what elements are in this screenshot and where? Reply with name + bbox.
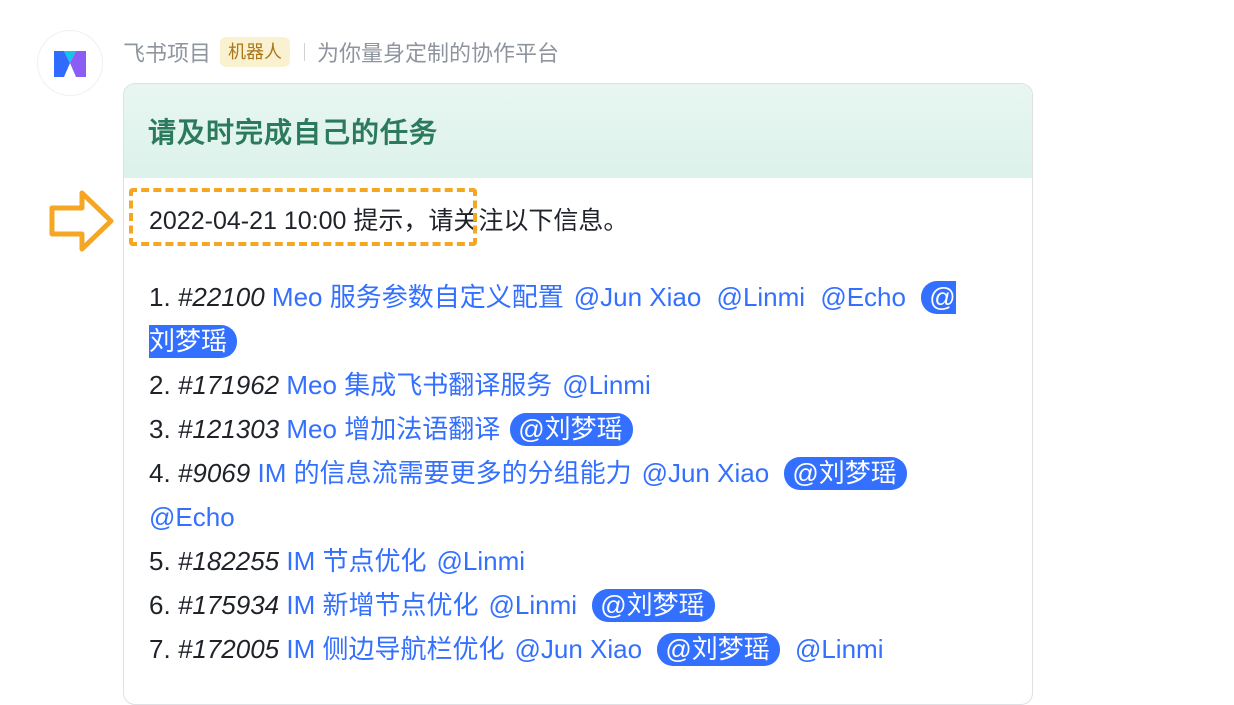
task-id: #121303 [177,414,280,444]
task-title-link[interactable]: Meo 集成飞书翻译服务 [286,370,552,400]
self-mention[interactable]: @刘梦瑶 [784,457,907,490]
bot-avatar[interactable] [38,31,102,95]
user-mention[interactable]: @Linmi [489,590,578,620]
user-mention[interactable]: @Linmi [562,370,651,400]
task-list: 1. #22100 Meo 服务参数自定义配置 @Jun Xiao @Linmi … [149,275,979,671]
message-card: 请及时完成自己的任务 2022-04-21 10:00 提示，请关注以下信息。 … [123,83,1033,705]
app-name[interactable]: 飞书项目 [123,36,211,68]
card-title: 请及时完成自己的任务 [148,117,439,148]
task-number: 1. [149,282,171,312]
self-mention[interactable]: @刘梦瑶 [657,633,780,666]
highlight-annotation-box [129,188,477,246]
user-mention[interactable]: @Jun Xiao [515,634,643,664]
card-header: 请及时完成自己的任务 [124,84,1032,178]
user-mention[interactable]: @Jun Xiao [642,458,770,488]
task-item: 2. #171962 Meo 集成飞书翻译服务 @Linmi [149,363,979,407]
task-id: #175934 [177,590,280,620]
user-mention[interactable]: @Echo [820,282,906,312]
task-number: 4. [149,458,171,488]
task-item: 5. #182255 IM 节点优化 @Linmi [149,539,979,583]
task-title-link[interactable]: IM 新增节点优化 [286,590,478,620]
user-mention[interactable]: @Jun Xiao [574,282,702,312]
task-title-link[interactable]: IM 侧边导航栏优化 [286,634,504,664]
user-mention[interactable]: @Linmi [437,546,526,576]
user-mention[interactable]: @Linmi [795,634,884,664]
user-mention[interactable]: @Linmi [717,282,806,312]
task-id: #9069 [177,458,251,488]
task-number: 5. [149,546,171,576]
task-item: 4. #9069 IM 的信息流需要更多的分组能力 @Jun Xiao @刘梦瑶 … [149,451,979,539]
task-item: 6. #175934 IM 新增节点优化 @Linmi @刘梦瑶 [149,583,979,627]
task-item: 3. #121303 Meo 增加法语翻译 @刘梦瑶 [149,407,979,451]
task-item: 1. #22100 Meo 服务参数自定义配置 @Jun Xiao @Linmi … [149,275,979,363]
task-title-link[interactable]: IM 节点优化 [286,546,426,576]
task-number: 2. [149,370,171,400]
task-title-link[interactable]: Meo 服务参数自定义配置 [272,282,564,312]
task-id: #182255 [177,546,280,576]
task-title-link[interactable]: Meo 增加法语翻译 [286,414,500,444]
task-item: 7. #172005 IM 侧边导航栏优化 @Jun Xiao @刘梦瑶 @Lin… [149,627,979,671]
user-mention[interactable]: @Echo [149,502,235,532]
header-divider [304,43,306,61]
app-slogan: 为你量身定制的协作平台 [317,41,560,66]
task-number: 7. [149,634,171,664]
task-title-link[interactable]: IM 的信息流需要更多的分组能力 [257,458,631,488]
feishu-project-logo-icon [54,51,86,77]
pointer-arrow-icon [49,190,114,252]
task-id: #171962 [177,370,280,400]
task-id: #172005 [177,634,280,664]
bot-badge: 机器人 [220,37,291,67]
message-header: 飞书项目 机器人 为你量身定制的协作平台 [123,34,559,70]
self-mention[interactable]: @刘梦瑶 [592,589,715,622]
task-number: 6. [149,590,171,620]
task-id: #22100 [177,282,265,312]
self-mention[interactable]: @刘梦瑶 [510,413,633,446]
task-number: 3. [149,414,171,444]
